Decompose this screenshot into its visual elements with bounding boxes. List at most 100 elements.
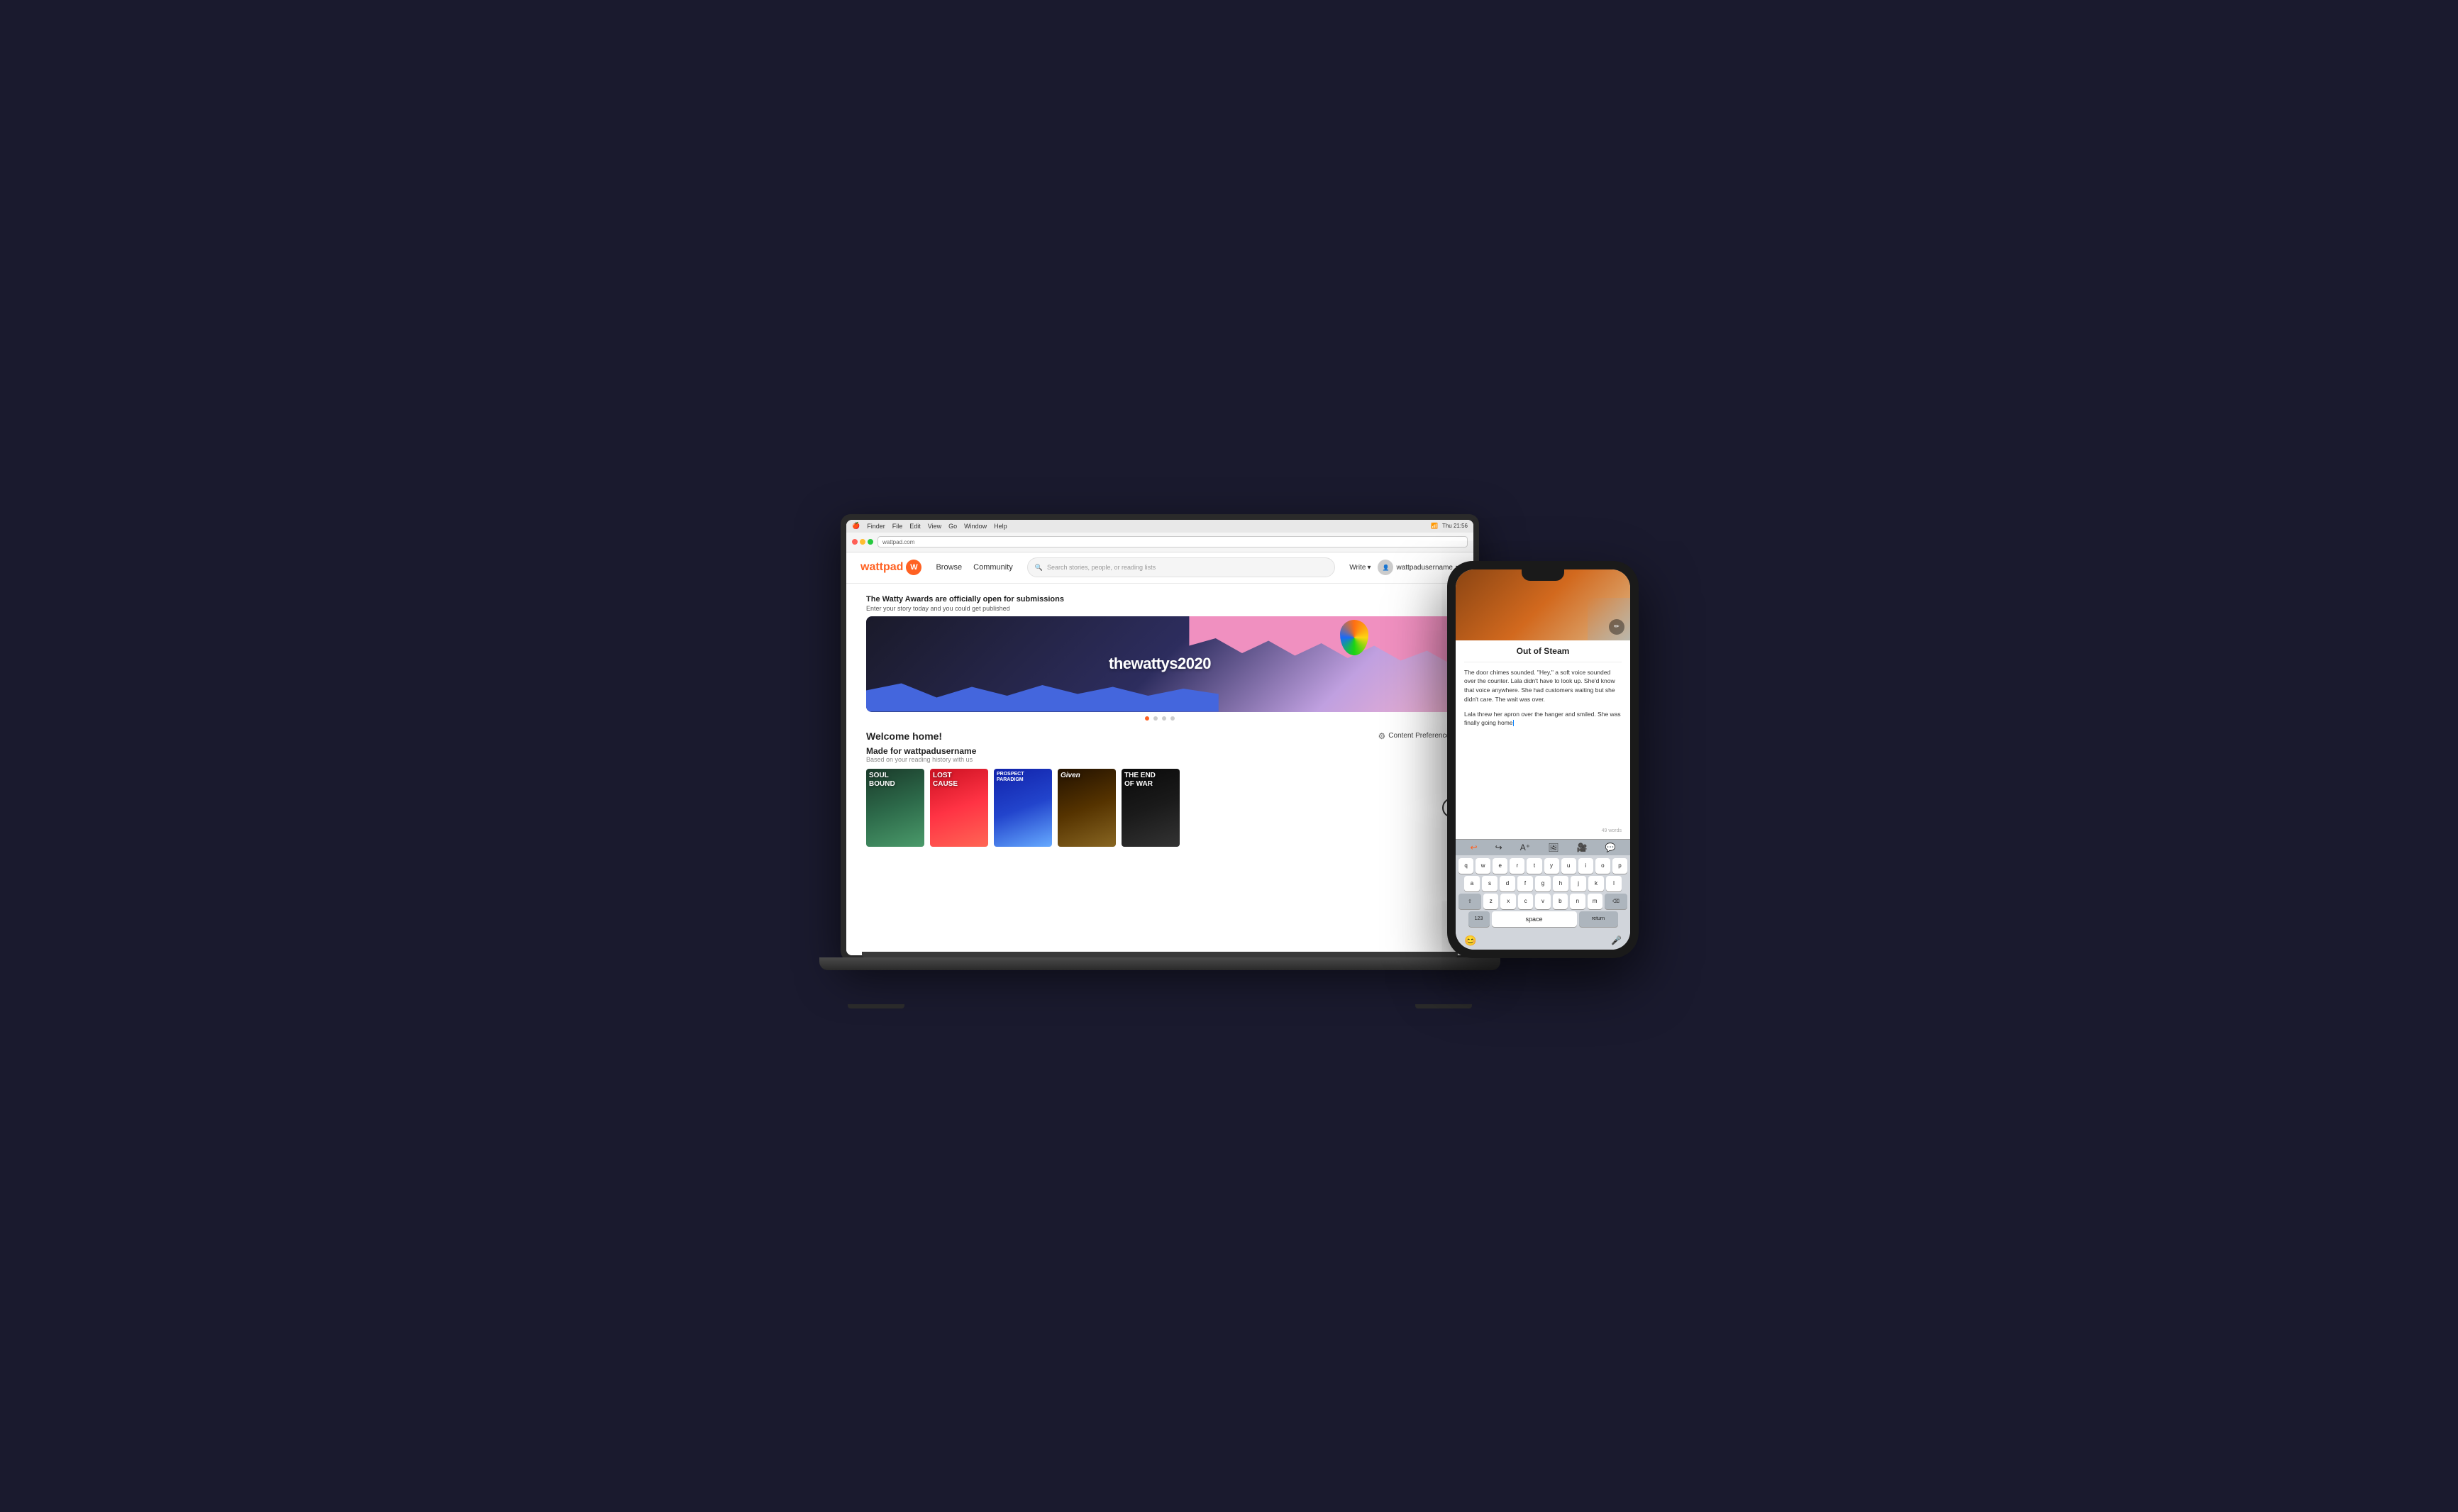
key-h[interactable]: h [1553,876,1568,891]
key-shift[interactable]: ⇧ [1458,894,1481,909]
book-label-given: Given [1058,769,1116,783]
key-i[interactable]: i [1578,858,1593,874]
address-bar[interactable]: wattpad.com [878,536,1468,547]
key-u[interactable]: u [1561,858,1576,874]
format-text-button[interactable]: A⁺ [1520,843,1530,852]
book-cover-lost-cause[interactable]: LOSTCAUSE [930,769,988,847]
insert-video-button[interactable]: 🎥 [1576,843,1587,852]
welcome-section-header: Welcome home! ⚙ Content Preferences [866,730,1454,742]
browse-nav-link[interactable]: Browse [936,563,962,572]
redo-button[interactable]: ↪ [1495,843,1502,852]
banner-dot-2[interactable] [1153,716,1158,721]
banner-dot-1[interactable] [1145,716,1149,721]
key-z[interactable]: z [1483,894,1498,909]
key-v[interactable]: v [1535,894,1550,909]
key-backspace[interactable]: ⌫ [1605,894,1627,909]
edit-cover-button[interactable]: ✏ [1609,619,1624,635]
key-d[interactable]: d [1500,876,1515,891]
wattpad-app: wattpad W Browse Community 🔍 Search stor… [846,552,1473,955]
user-menu[interactable]: 👤 wattpadusername ▾ [1378,560,1459,575]
macos-status-bar: 📶 Thu 21:56 [1431,523,1468,529]
laptop-hinge [862,952,1458,957]
key-a[interactable]: a [1464,876,1480,891]
keyboard-toolbar: ↩ ↪ A⁺ 🖼 🎥 💬 [1456,839,1630,855]
emoji-button[interactable]: 😊 [1464,935,1476,947]
insert-comment-button[interactable]: 💬 [1605,843,1616,852]
edit-menu[interactable]: Edit [909,523,921,530]
microphone-button[interactable]: 🎤 [1611,935,1622,945]
watty-banner[interactable]: thewattys2020 [866,616,1454,712]
banner-dot-4[interactable] [1170,716,1175,721]
key-space[interactable]: space [1492,911,1577,927]
help-menu[interactable]: Help [994,523,1007,530]
welcome-title: Welcome home! [866,730,942,742]
key-c[interactable]: c [1518,894,1533,909]
banner-dot-3[interactable] [1162,716,1166,721]
book-row: SOULBOUND LOSTCAUSE PROSPECTPARADIGM Giv… [866,769,1454,847]
key-l[interactable]: l [1606,876,1622,891]
phone-screen: ✏ Out of Steam The door chimes sounded. … [1456,569,1630,950]
key-b[interactable]: b [1553,894,1568,909]
laptop-body: 🍎 Finder File Edit View Go Window Help 📶… [841,514,1479,961]
wattpad-header: wattpad W Browse Community 🔍 Search stor… [846,552,1473,584]
write-button[interactable]: Write ▾ [1349,564,1371,572]
username-label: wattpadusername [1396,564,1453,572]
book-cover-prospect[interactable]: PROSPECTPARADIGM [994,769,1052,847]
content-preferences-button[interactable]: ⚙ Content Preferences [1378,731,1454,741]
key-q[interactable]: q [1458,858,1473,874]
go-menu[interactable]: Go [948,523,957,530]
phone-content: Out of Steam The door chimes sounded. "H… [1456,640,1630,839]
banner-text: thewattys2020 [1109,655,1211,673]
key-123[interactable]: 123 [1468,911,1490,927]
banner-headline: The Watty Awards are officially open for… [866,595,1454,604]
maximize-window-button[interactable] [868,539,873,545]
key-k[interactable]: k [1588,876,1604,891]
phone-notch [1522,569,1564,581]
key-j[interactable]: j [1571,876,1586,891]
book-cover-end-of-war[interactable]: THE ENDOF WAR [1122,769,1180,847]
url-text: wattpad.com [882,539,914,545]
banner-container: The Watty Awards are officially open for… [866,595,1454,721]
key-m[interactable]: m [1588,894,1602,909]
minimize-window-button[interactable] [860,539,865,545]
window-menu[interactable]: Window [964,523,987,530]
key-g[interactable]: g [1535,876,1551,891]
key-n[interactable]: n [1570,894,1585,909]
file-menu[interactable]: File [892,523,903,530]
view-menu[interactable]: View [928,523,941,530]
browser-nav: wattpad.com [846,533,1473,552]
book-cover-given[interactable]: Given [1058,769,1116,847]
key-x[interactable]: x [1500,894,1515,909]
scene: 🍎 Finder File Edit View Go Window Help 📶… [819,504,1639,1008]
community-nav-link[interactable]: Community [973,563,1013,572]
laptop-base [819,952,1500,1008]
finder-menu[interactable]: Finder [867,523,885,530]
key-s[interactable]: s [1482,876,1498,891]
key-w[interactable]: w [1476,858,1490,874]
key-p[interactable]: p [1612,858,1627,874]
book-cover-soul-bound[interactable]: SOULBOUND [866,769,924,847]
keyboard-row-3: ⇧ z x c v b n m ⌫ [1458,894,1627,909]
blue-torn-decoration [866,677,1219,712]
close-window-button[interactable] [852,539,858,545]
key-o[interactable]: o [1595,858,1610,874]
key-r[interactable]: r [1510,858,1524,874]
undo-button[interactable]: ↩ [1471,843,1478,852]
story-title: Out of Steam [1464,646,1622,662]
key-return[interactable]: return [1579,911,1618,927]
key-t[interactable]: t [1527,858,1541,874]
laptop-foot-right [1415,1004,1472,1008]
key-f[interactable]: f [1517,876,1533,891]
wattpad-main: The Watty Awards are officially open for… [846,584,1473,955]
key-e[interactable]: e [1493,858,1507,874]
insert-image-button[interactable]: 🖼 [1548,843,1559,852]
wattpad-logo[interactable]: wattpad W [860,560,921,575]
content-pref-label: Content Preferences [1388,732,1454,740]
key-y[interactable]: y [1544,858,1559,874]
apple-menu[interactable]: 🍎 [852,522,860,530]
search-bar[interactable]: 🔍 Search stories, people, or reading lis… [1027,557,1336,577]
logo-icon: W [906,560,921,575]
story-text[interactable]: The door chimes sounded. "Hey," a soft v… [1464,668,1622,827]
keyboard-row-1: q w e r t y u i o p [1458,858,1627,874]
story-paragraph-1: The door chimes sounded. "Hey," a soft v… [1464,668,1622,704]
